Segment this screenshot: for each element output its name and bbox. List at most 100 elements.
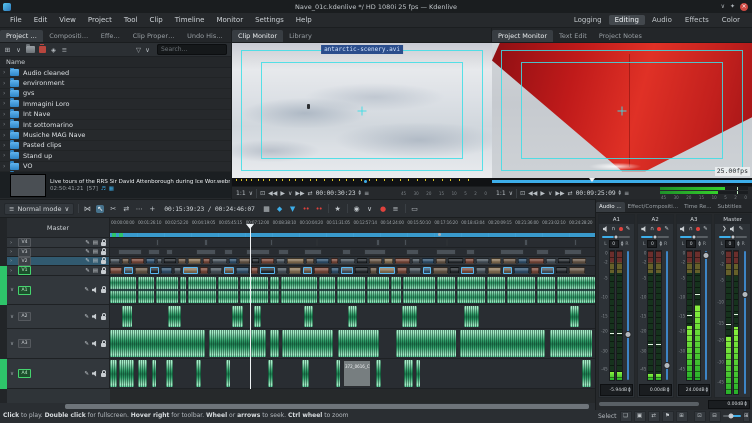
bin-folder-row[interactable]: › VO <box>0 160 231 172</box>
gain-value[interactable]: 0.00dB ▲ ▼ <box>638 384 672 396</box>
minimize-button[interactable]: ∨ <box>721 3 725 10</box>
timeline-clip[interactable] <box>536 248 549 255</box>
record-options-dropdown[interactable]: ∨ <box>366 205 374 213</box>
audio-record-button[interactable]: ● <box>379 205 387 213</box>
fast-forward-button[interactable]: ▶▶ <box>295 190 304 197</box>
timeline-clip[interactable] <box>367 276 389 303</box>
solo-channel-icon[interactable]: ∩ <box>612 226 616 232</box>
project-monitor-seekbar[interactable] <box>492 178 752 186</box>
timeline-clip[interactable] <box>564 248 582 255</box>
chevron-down-icon[interactable]: ∨ <box>509 190 513 197</box>
timeline-clip[interactable] <box>150 266 159 274</box>
track-expand-icon[interactable]: › <box>10 240 16 246</box>
timeline-clip[interactable] <box>287 257 304 264</box>
timeline-clip[interactable] <box>110 276 136 303</box>
timeline-clip[interactable] <box>338 329 379 357</box>
track-lane-a2[interactable] <box>110 305 595 329</box>
timeline-clip[interactable] <box>212 257 227 264</box>
pan-slider[interactable] <box>715 234 750 240</box>
timeline-clip[interactable] <box>110 266 122 274</box>
timeline-clip[interactable] <box>303 266 312 274</box>
track-tag[interactable]: V1 <box>18 266 31 275</box>
spinner-arrows-icon[interactable]: ▲ ▼ <box>618 189 621 196</box>
track-effects-icon[interactable]: ✎ <box>85 249 90 255</box>
timeline-clip[interactable] <box>503 257 516 264</box>
track-effects-icon[interactable]: ✎ <box>84 341 89 347</box>
timeline-clip[interactable] <box>491 257 501 264</box>
tab-library[interactable]: Library <box>283 30 318 42</box>
timeline-clip[interactable] <box>437 276 455 303</box>
timeline-clip[interactable] <box>364 248 386 255</box>
project-monitor-video[interactable]: 25.00fps <box>492 43 752 178</box>
track-head-v3[interactable]: › V3 ✎ ▤ <box>7 247 110 257</box>
timeline-clip[interactable] <box>402 305 417 327</box>
timeline-clip[interactable] <box>200 266 208 274</box>
tab-time-re[interactable]: Time Re... <box>681 202 714 212</box>
bin-clip-row[interactable]: Live tours of the RRS Sir David Attenbor… <box>0 172 231 198</box>
track-expand-icon[interactable]: ∨ <box>10 287 16 293</box>
bin-folder-row[interactable]: › environment <box>0 77 231 89</box>
timeline-clip[interactable] <box>531 266 539 274</box>
hide-track-icon[interactable]: ▤ <box>93 258 98 264</box>
timeline-clip[interactable] <box>166 248 173 255</box>
playhead-handle[interactable] <box>246 224 254 229</box>
zoom-level-button[interactable]: 1:1 <box>496 190 506 197</box>
mute-channel-icon[interactable] <box>729 226 734 232</box>
zoom-level-button[interactable]: 1:1 <box>236 190 246 197</box>
track-tag[interactable]: V3 <box>18 247 31 257</box>
expand-chevron-icon[interactable]: › <box>3 80 10 87</box>
timeline-clip[interactable] <box>557 276 595 303</box>
timeline-clip[interactable] <box>369 257 382 264</box>
tags-button[interactable]: ◈ <box>50 45 57 54</box>
timeline-clip[interactable] <box>209 329 266 357</box>
timeline-zoom-slider[interactable] <box>722 413 741 419</box>
timeline-clip[interactable] <box>423 266 431 274</box>
gain-value[interactable]: -5.94dB ▲ ▼ <box>600 384 633 396</box>
timeline-clip[interactable] <box>396 329 456 357</box>
spinner-arrows-icon[interactable]: ▲ ▼ <box>744 400 747 407</box>
volume-knob[interactable] <box>624 330 632 338</box>
timeline-clip[interactable] <box>412 257 420 264</box>
loop-zone-button[interactable]: ⇄ <box>568 190 573 197</box>
select-clips-toggle[interactable]: ❏ <box>619 410 632 422</box>
timeline-clip[interactable] <box>541 266 554 274</box>
bin-folder-row[interactable]: › Immagini Loro <box>0 98 231 110</box>
delete-clip-button[interactable] <box>39 44 46 53</box>
select-compositions-toggle[interactable]: ▣ <box>633 410 646 422</box>
tab-clip-properties[interactable]: Clip Properties <box>127 30 181 42</box>
timeline-clip[interactable] <box>304 248 322 255</box>
workspace-effects[interactable]: Effects <box>679 15 715 25</box>
timeline-clip[interactable] <box>131 257 144 264</box>
timeline-clip[interactable] <box>416 359 420 387</box>
expand-chevron-icon[interactable]: › <box>3 142 10 149</box>
mute-track-icon[interactable] <box>92 313 97 320</box>
volume-slider[interactable] <box>740 250 749 395</box>
track-expand-icon[interactable]: ∨ <box>10 314 16 320</box>
timeline-clip[interactable] <box>196 359 201 387</box>
timeline-clip[interactable] <box>514 266 529 274</box>
bin-folder-row[interactable]: › gvs <box>0 87 231 100</box>
pan-knob[interactable] <box>613 234 619 240</box>
timeline-clip[interactable] <box>124 266 133 274</box>
timeline-clip[interactable] <box>461 266 474 274</box>
timeline-clip[interactable] <box>178 257 186 264</box>
track-expand-icon[interactable]: ∨ <box>10 341 16 347</box>
timeline-clip[interactable] <box>270 238 273 246</box>
gain-value[interactable]: 24.00dB ▲ ▼ <box>677 384 711 396</box>
master-gain-value[interactable]: 0.00dB ▲ ▼ <box>708 399 750 409</box>
bin-column-header[interactable]: Name <box>0 57 231 68</box>
track-tag[interactable]: A3 <box>18 339 31 348</box>
timeline-clip[interactable] <box>164 257 176 264</box>
timeline-clip[interactable] <box>500 248 524 255</box>
workspace-logging[interactable]: Logging <box>568 15 608 25</box>
hide-track-icon[interactable]: ▤ <box>93 249 98 255</box>
bin-folder-row[interactable]: › Stand up <box>0 150 231 162</box>
lock-track-icon[interactable] <box>101 248 106 255</box>
menu-monitor[interactable]: Monitor <box>210 16 249 24</box>
bin-folder-row[interactable]: › Audio cleaned <box>0 68 231 79</box>
spinner-arrows-icon[interactable]: ▲ ▼ <box>667 386 670 393</box>
clip-monitor-video[interactable]: antarctic-scenery.avi <box>232 43 492 178</box>
track-tag[interactable]: V2 <box>18 256 31 266</box>
timeline-clip[interactable] <box>168 305 181 327</box>
timeline-clip[interactable] <box>409 266 421 274</box>
